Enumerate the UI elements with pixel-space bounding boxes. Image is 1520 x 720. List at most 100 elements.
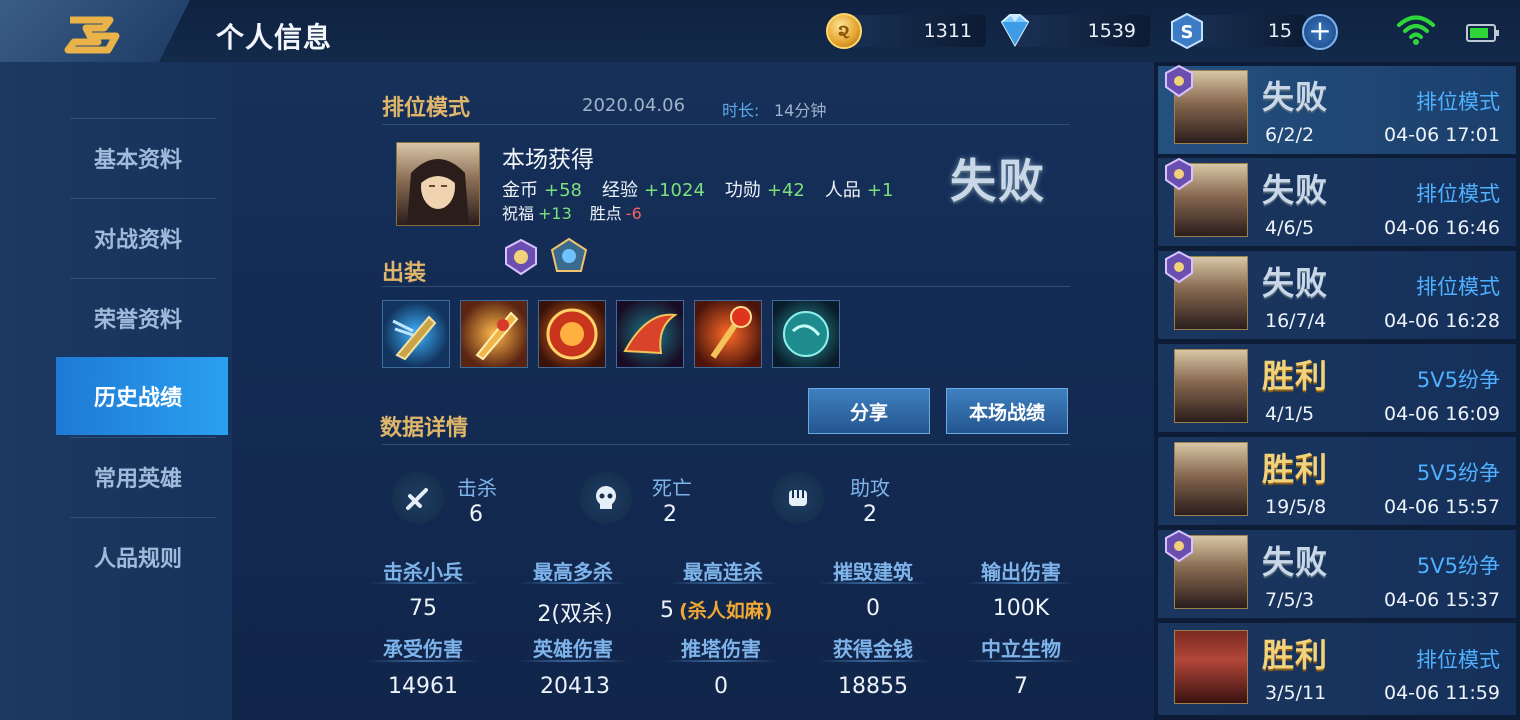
history-result: 失败 xyxy=(1262,171,1329,209)
history-kda: 7/5/3 xyxy=(1265,589,1315,611)
details-title: 数据详情 xyxy=(380,416,469,441)
svg-text:S: S xyxy=(1181,22,1194,43)
history-hero-portrait xyxy=(1174,442,1248,516)
stat-value: 2(双杀) xyxy=(537,602,613,627)
kills-value: 6 xyxy=(469,502,483,527)
stat-value-extra: (杀人如麻) xyxy=(679,600,773,622)
stat-label: 击杀小兵 xyxy=(383,560,463,584)
recharge-plus-button[interactable]: + xyxy=(1302,14,1338,50)
scoreboard-button[interactable]: 本场战绩 xyxy=(946,388,1068,434)
stat-value: 14961 xyxy=(388,674,458,699)
stat-underline xyxy=(518,582,628,584)
diamond-icon xyxy=(1000,14,1030,48)
gold-reward-label: 金币 xyxy=(502,180,538,201)
stat-value-streak: 5 (杀人如麻) xyxy=(660,596,772,623)
sidebar-item-common-heroes[interactable]: 常用英雄 xyxy=(70,437,216,515)
deaths-value: 2 xyxy=(663,502,677,527)
equipment-slot-2[interactable] xyxy=(460,300,528,368)
match-date: 2020.04.06 xyxy=(582,95,686,116)
rp-reward-value: +1 xyxy=(866,180,894,201)
exp-reward-value: +1024 xyxy=(644,180,705,201)
history-result: 失败 xyxy=(1262,543,1329,581)
sidebar-item-basic-info[interactable]: 基本资料 xyxy=(70,118,216,196)
history-result: 胜利 xyxy=(1262,357,1329,395)
history-time: 04-06 16:46 xyxy=(1383,217,1500,239)
history-mode: 5V5纷争 xyxy=(1416,368,1500,392)
arrow-gauntlet-item-icon xyxy=(392,315,437,361)
stat-label: 摧毁建筑 xyxy=(833,560,913,584)
deaths-label: 死亡 xyxy=(652,476,692,500)
history-result: 胜利 xyxy=(1262,636,1329,674)
history-time: 04-06 16:09 xyxy=(1383,403,1500,425)
divider xyxy=(382,286,1070,287)
stat-underline xyxy=(368,582,478,584)
history-kda: 16/7/4 xyxy=(1265,310,1327,332)
history-mode: 排位模式 xyxy=(1416,182,1500,206)
rank-badge-icon xyxy=(1165,64,1193,98)
sidebar-item-credit-rules[interactable]: 人品规则 xyxy=(70,517,216,595)
honor-badge-icon xyxy=(550,237,588,272)
sidebar-item-honor-info[interactable]: 荣誉资料 xyxy=(70,278,216,356)
equipment-slot-4[interactable] xyxy=(616,300,684,368)
history-time: 04-06 15:57 xyxy=(1383,496,1500,518)
stat-label: 承受伤害 xyxy=(383,637,463,661)
rp-reward-label: 人品 xyxy=(824,180,861,201)
stat-label: 最高多杀 xyxy=(533,560,613,584)
stat-underline xyxy=(966,582,1076,584)
red-orb-item-icon xyxy=(546,308,598,360)
duration-value: 14分钟 xyxy=(774,101,827,120)
history-kda: 4/1/5 xyxy=(1265,403,1315,425)
history-kda: 19/5/8 xyxy=(1265,496,1327,518)
stat-value: 100K xyxy=(992,596,1050,621)
bless-reward-label: 祝福 xyxy=(502,204,535,223)
stat-underline xyxy=(966,660,1076,662)
history-mode: 5V5纷争 xyxy=(1416,461,1500,485)
history-time: 04-06 15:37 xyxy=(1383,589,1500,611)
phoenix-wing-item-icon xyxy=(623,313,678,355)
equipment-slot-3[interactable] xyxy=(538,300,606,368)
teal-stone-item-icon xyxy=(783,311,829,357)
equipment-slot-5[interactable] xyxy=(694,300,762,368)
history-result: 失败 xyxy=(1262,78,1329,116)
match-mode-title: 排位模式 xyxy=(382,96,471,121)
rewards-title: 本场获得 xyxy=(502,147,594,173)
rank-badge-icon xyxy=(1165,529,1193,563)
divider xyxy=(382,124,1070,125)
gold-amount: 1311 xyxy=(923,20,972,42)
stat-value: 75 xyxy=(409,596,437,621)
equipment-slot-6[interactable] xyxy=(772,300,840,368)
stat-value: 7 xyxy=(1014,674,1028,699)
equipment-slot-1[interactable] xyxy=(382,300,450,368)
gold-coin-icon: ૨ xyxy=(826,13,862,49)
merit-reward-value: +42 xyxy=(766,180,805,201)
stat-underline xyxy=(518,660,628,662)
winpoint-value: -6 xyxy=(625,204,642,223)
history-kda: 3/5/11 xyxy=(1265,682,1327,704)
rewards-row-2: 祝福 +13 胜点 -6 xyxy=(502,200,642,224)
rank-badge-icon xyxy=(505,238,537,276)
stat-label: 最高连杀 xyxy=(683,560,763,584)
stat-value: 20413 xyxy=(540,674,610,699)
history-time: 04-06 11:59 xyxy=(1383,682,1500,704)
kills-label: 击杀 xyxy=(457,476,497,500)
equipment-title: 出装 xyxy=(382,261,427,286)
history-mode: 排位模式 xyxy=(1416,648,1500,672)
rank-badge-icon xyxy=(1165,250,1193,284)
sidebar-item-battle-info[interactable]: 对战资料 xyxy=(70,198,216,276)
stat-value: 5 xyxy=(660,598,674,623)
hero-face-icon xyxy=(407,159,469,225)
share-button[interactable]: 分享 xyxy=(808,388,930,434)
red-staff-item-icon xyxy=(710,306,752,359)
stat-label: 获得金钱 xyxy=(833,637,913,661)
golden-blade-item-icon xyxy=(475,311,519,361)
assists-value: 2 xyxy=(863,502,877,527)
stat-underline xyxy=(666,660,776,662)
history-mode: 排位模式 xyxy=(1416,275,1500,299)
merit-reward-label: 功勋 xyxy=(724,180,761,201)
history-kda: 4/6/5 xyxy=(1265,217,1315,239)
deaths-skull-icon xyxy=(580,472,632,524)
sidebar-item-match-history[interactable]: 历史战绩 xyxy=(56,357,228,435)
history-mode: 5V5纷争 xyxy=(1416,554,1500,578)
stat-value: 0 xyxy=(714,674,728,699)
history-result: 胜利 xyxy=(1262,450,1329,488)
